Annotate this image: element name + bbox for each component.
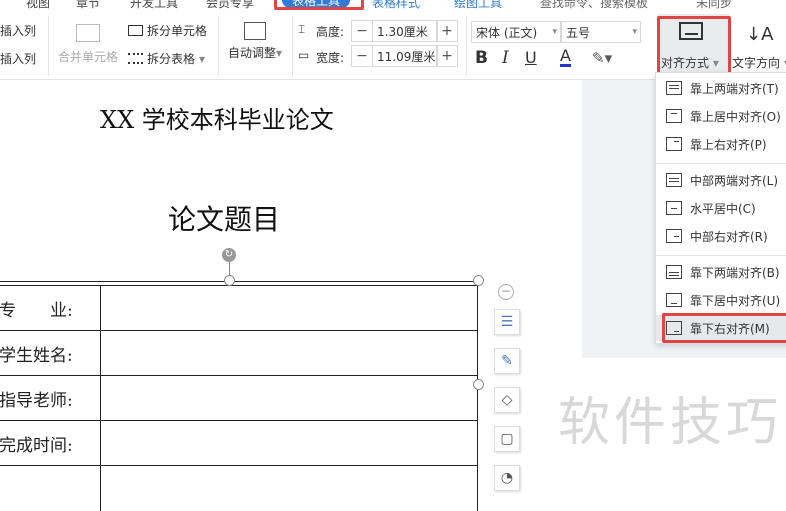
insert-col-right-button[interactable]: 插入列 xyxy=(0,50,36,67)
split-cells-icon xyxy=(128,25,143,36)
cell-value[interactable] xyxy=(100,465,478,511)
height-label: 高度: xyxy=(316,25,345,39)
cell-value[interactable] xyxy=(100,375,478,421)
document-title: XX 学校本科毕业论文 xyxy=(100,106,334,134)
table-row xyxy=(0,465,478,511)
height-decrease[interactable]: − xyxy=(351,20,373,42)
label: 水平居中(C) xyxy=(690,201,756,216)
width-increase[interactable]: + xyxy=(436,45,458,67)
align-bottom-justify-icon xyxy=(666,265,682,279)
pen-icon[interactable]: ✎ xyxy=(494,348,520,374)
menu-item-middle-right[interactable]: 中部右对齐(R) xyxy=(656,223,786,249)
align-bottom-center-icon xyxy=(666,293,682,307)
align-top-justify-icon xyxy=(666,81,682,95)
table-row: 指导老师: xyxy=(0,375,478,421)
merge-cells-button[interactable]: 合并单元格 xyxy=(58,24,118,65)
document-subtitle: 论文题目 xyxy=(168,203,281,236)
collapse-icon[interactable]: − xyxy=(498,284,514,300)
split-cells-button[interactable]: 拆分单元格 xyxy=(128,22,207,39)
width-label: 宽度: xyxy=(316,51,345,65)
align-top-right-icon xyxy=(666,137,682,151)
resize-handle[interactable] xyxy=(473,275,484,286)
highlight-icon[interactable]: ✎▾ xyxy=(592,49,612,67)
label: 插入列 xyxy=(0,24,37,38)
label: 靠下两端对齐(B) xyxy=(690,265,780,280)
watermark: 软件技巧 xyxy=(558,393,783,453)
italic-button[interactable]: I xyxy=(502,48,509,68)
auto-fit-button[interactable]: 自动调整▾ xyxy=(228,22,282,61)
highlight-align xyxy=(657,16,731,78)
cell-label: 学生姓名: xyxy=(0,330,101,376)
more-icon[interactable]: ◔ xyxy=(494,465,520,491)
resize-handle[interactable] xyxy=(473,379,484,390)
font-name-select[interactable]: 宋体 (正文) ▾ xyxy=(471,21,561,43)
highlight-bottom-right xyxy=(662,313,786,343)
cell-value[interactable] xyxy=(100,285,478,331)
font-size-select[interactable]: 五号 ▾ xyxy=(561,21,641,43)
width-icon: ▭ xyxy=(298,48,310,62)
fill-icon[interactable]: ◇ xyxy=(494,387,520,413)
text-direction-icon: ↓A xyxy=(746,24,774,45)
cell-label: 专 业: xyxy=(0,285,101,331)
height-icon: ⌶ xyxy=(298,22,306,36)
ribbon: 插入列 插入列 合并单元格 拆分单元格 拆分表格 ▾ 自动调整▾ ⌶ 高度: − … xyxy=(0,10,786,80)
align-middle-center-icon xyxy=(666,201,682,215)
height-increase[interactable]: + xyxy=(436,20,458,42)
underline-button[interactable]: U xyxy=(525,48,537,67)
table-row: 完成时间: xyxy=(0,420,478,466)
label: 靠下居中对齐(U) xyxy=(690,293,781,308)
menu-item-top-justify[interactable]: 靠上两端对齐(T) xyxy=(656,75,786,101)
font-size: 五号 xyxy=(566,25,591,40)
merge-icon xyxy=(76,24,100,42)
font-color-button[interactable]: A xyxy=(560,48,571,67)
label: 中部右对齐(R) xyxy=(690,229,768,244)
menu-item-bottom-center[interactable]: 靠下居中对齐(U) xyxy=(656,287,786,313)
highlight-table-tools xyxy=(274,0,364,10)
label: 自动调整 xyxy=(228,46,277,60)
split-table-button[interactable]: 拆分表格 ▾ xyxy=(128,50,205,67)
cell-label: 完成时间: xyxy=(0,420,101,466)
cell-value[interactable] xyxy=(100,420,478,466)
text-direction-button[interactable]: 文字方向▾ xyxy=(732,54,786,71)
border-icon[interactable]: ▢ xyxy=(494,426,520,452)
align-middle-justify-icon xyxy=(666,173,682,187)
align-dropdown-menu: 靠上两端对齐(T) 靠上居中对齐(O) 靠上右对齐(P) 中部两端对齐(L) 水… xyxy=(655,72,786,344)
label: 拆分单元格 xyxy=(147,24,208,38)
align-top-center-icon xyxy=(666,109,682,123)
table-row: 专 业: xyxy=(0,285,478,331)
menu-item-middle-justify[interactable]: 中部两端对齐(L) xyxy=(656,167,786,193)
insert-col-left-button[interactable]: 插入列 xyxy=(0,22,36,39)
width-decrease[interactable]: − xyxy=(351,45,373,67)
rotate-handle-icon[interactable]: ↻ xyxy=(222,248,236,262)
label: 插入列 xyxy=(0,52,37,66)
resize-handle[interactable] xyxy=(224,275,235,286)
menu-item-middle-center[interactable]: 水平居中(C) xyxy=(656,195,786,221)
table-row: 学生姓名: xyxy=(0,330,478,376)
cell-label: 指导老师: xyxy=(0,375,101,421)
label: 靠上两端对齐(T) xyxy=(690,81,779,96)
font-name: 宋体 (正文) xyxy=(476,25,538,40)
layout-options-icon[interactable]: ☰ xyxy=(494,309,520,335)
width-input[interactable]: 11.09厘米 xyxy=(372,45,438,67)
cell-label xyxy=(0,465,101,511)
menu-item-top-right[interactable]: 靠上右对齐(P) xyxy=(656,131,786,157)
label: 中部两端对齐(L) xyxy=(690,173,779,188)
label: 拆分表格 xyxy=(147,52,196,66)
align-middle-right-icon xyxy=(666,229,682,243)
split-table-icon xyxy=(128,53,143,64)
label: 靠上右对齐(P) xyxy=(690,137,767,152)
info-table: 专 业: 学生姓名: 指导老师: 完成时间: xyxy=(0,285,478,511)
auto-fit-icon xyxy=(244,22,267,40)
label: 靠上居中对齐(O) xyxy=(690,109,781,124)
menu-item-top-center[interactable]: 靠上居中对齐(O) xyxy=(656,103,786,129)
tab-bar: 视图 章节 开发工具 会员专享 表格工具 表格样式 绘图工具 查找命令、搜索模板… xyxy=(0,0,786,10)
label: 文字方向 xyxy=(732,56,781,70)
menu-item-bottom-justify[interactable]: 靠下两端对齐(B) xyxy=(656,259,786,285)
bold-button[interactable]: B xyxy=(475,48,488,68)
label: 合并单元格 xyxy=(58,50,119,64)
cell-value[interactable] xyxy=(100,330,478,376)
height-input[interactable]: 1.30厘米 xyxy=(372,20,438,42)
